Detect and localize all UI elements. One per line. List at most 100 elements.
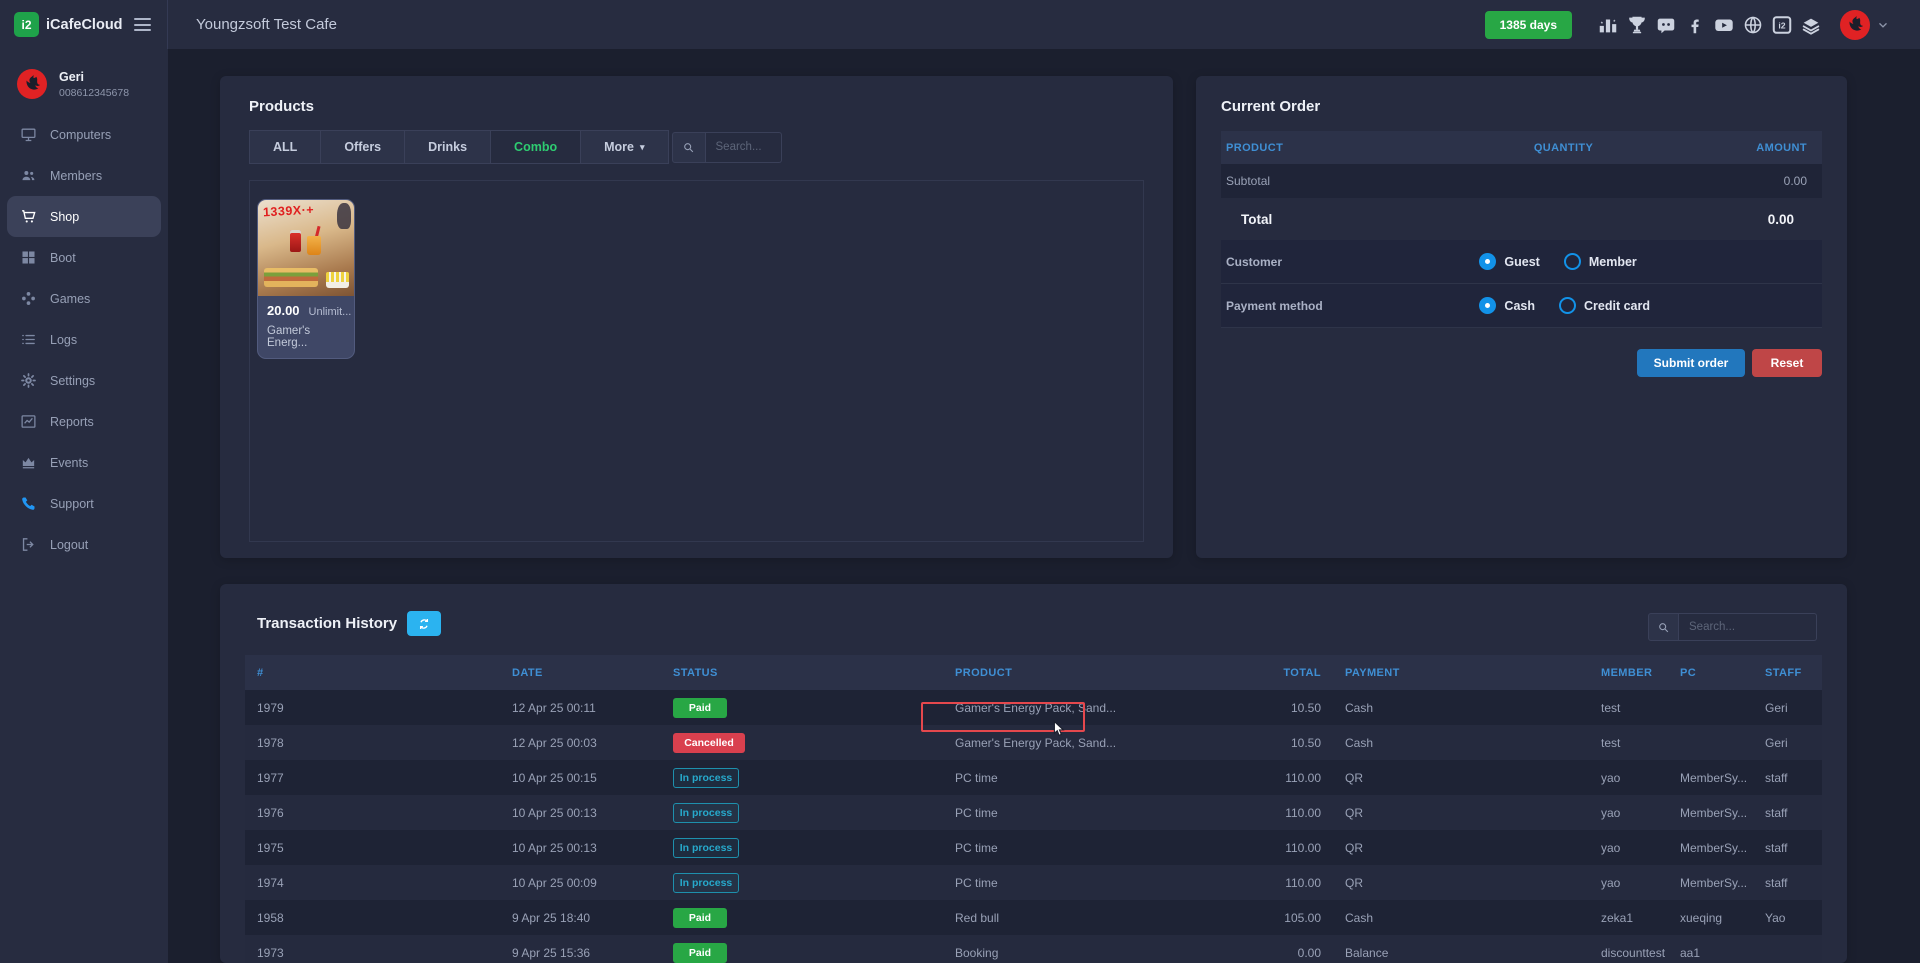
radio-icon xyxy=(1564,253,1581,270)
hamburger-menu-icon[interactable] xyxy=(132,14,153,35)
history-search-input[interactable] xyxy=(1679,613,1817,641)
table-row[interactable]: 1974 10 Apr 25 00:09 In process PC time … xyxy=(245,865,1822,900)
cart-icon xyxy=(20,208,37,225)
cell-member: test xyxy=(1589,736,1668,750)
cell-product: PC time xyxy=(943,806,1183,820)
sidebar-item-label: Logout xyxy=(50,538,88,552)
history-title: Transaction History xyxy=(257,615,397,632)
status-badge: Cancelled xyxy=(673,733,745,753)
sidebar-item-support[interactable]: Support xyxy=(7,483,161,524)
globe-icon[interactable] xyxy=(1742,14,1764,36)
cell-date: 10 Apr 25 00:09 xyxy=(500,876,661,890)
cell-pc: MemberSy... xyxy=(1668,771,1753,785)
order-col-quantity: QUANTITY xyxy=(1473,142,1653,154)
sidebar-item-logs[interactable]: Logs xyxy=(7,319,161,360)
sidebar-item-boot[interactable]: Boot xyxy=(7,237,161,278)
user-avatar[interactable] xyxy=(17,69,47,99)
members-icon xyxy=(20,167,37,184)
leaderboard-icon[interactable] xyxy=(1597,14,1619,36)
cell-payment: Balance xyxy=(1333,946,1589,960)
search-icon[interactable] xyxy=(672,132,706,163)
product-image-caption: 1339X·+ xyxy=(263,203,315,220)
tab-offers[interactable]: Offers xyxy=(320,130,405,164)
product-image: 1339X·+ xyxy=(258,200,354,296)
app-logo[interactable]: i2 iCafeCloud xyxy=(14,12,123,37)
order-col-product: PRODUCT xyxy=(1221,142,1473,154)
total-row: Total 0.00 xyxy=(1221,198,1822,240)
sidebar-item-settings[interactable]: Settings xyxy=(7,360,161,401)
current-order-panel: Current Order PRODUCTQUANTITYAMOUNT Subt… xyxy=(1196,76,1847,558)
sidebar-item-shop[interactable]: Shop xyxy=(7,196,161,237)
tab-all[interactable]: ALL xyxy=(249,130,321,164)
cell-total: 10.50 xyxy=(1183,736,1333,750)
payment-options: Cash Credit card xyxy=(1479,297,1650,314)
products-panel: Products ALLOffersDrinksComboMore▾ 1339X… xyxy=(220,76,1173,558)
tab-drinks[interactable]: Drinks xyxy=(404,130,491,164)
cell-total: 0.00 xyxy=(1183,946,1333,960)
table-row[interactable]: 1979 12 Apr 25 00:11 Paid Gamer's Energy… xyxy=(245,690,1822,725)
sidebar-item-logout[interactable]: Logout xyxy=(7,524,161,565)
table-row[interactable]: 1958 9 Apr 25 18:40 Paid Red bull 105.00… xyxy=(245,900,1822,935)
discord-icon[interactable] xyxy=(1655,14,1677,36)
products-search-input[interactable] xyxy=(706,132,782,163)
sidebar-item-members[interactable]: Members xyxy=(7,155,161,196)
youngzsoft-icon[interactable] xyxy=(1800,14,1822,36)
radio-icon xyxy=(1479,253,1496,270)
cell-total: 110.00 xyxy=(1183,771,1333,785)
sidebar-item-events[interactable]: Events xyxy=(7,442,161,483)
refresh-button[interactable] xyxy=(407,611,441,636)
topbar-social-icons: i2 xyxy=(1597,14,1822,36)
cell-date: 12 Apr 25 00:11 xyxy=(500,701,661,715)
cell-member: yao xyxy=(1589,806,1668,820)
chevron-down-icon[interactable] xyxy=(1876,18,1890,32)
submit-order-button[interactable]: Submit order xyxy=(1637,349,1745,377)
table-row[interactable]: 1975 10 Apr 25 00:13 In process PC time … xyxy=(245,830,1822,865)
search-icon[interactable] xyxy=(1648,613,1679,641)
games-icon xyxy=(20,290,37,307)
status-badge: Paid xyxy=(673,908,727,928)
cell-total: 105.00 xyxy=(1183,911,1333,925)
avatar[interactable] xyxy=(1840,10,1870,40)
cell-product: Red bull xyxy=(943,911,1183,925)
history-col-8: STAFF xyxy=(1753,667,1822,679)
customer-label: Customer xyxy=(1221,255,1479,269)
cell-pc: xueqing xyxy=(1668,911,1753,925)
product-image-figure xyxy=(337,203,351,229)
subscription-days-badge[interactable]: 1385 days xyxy=(1485,11,1572,39)
page-title: Youngzsoft Test Cafe xyxy=(196,16,337,33)
payment-credit-card-radio[interactable]: Credit card xyxy=(1559,297,1650,314)
cell-staff: staff xyxy=(1753,806,1822,820)
cell-date: 9 Apr 25 18:40 xyxy=(500,911,661,925)
youtube-icon[interactable] xyxy=(1713,14,1735,36)
logout-icon xyxy=(20,536,37,553)
table-row[interactable]: 1973 9 Apr 25 15:36 Paid Booking 0.00 Ba… xyxy=(245,935,1822,963)
cell-member: discounttest xyxy=(1589,946,1668,960)
reset-button[interactable]: Reset xyxy=(1752,349,1822,377)
cell-status: Paid xyxy=(661,943,943,963)
sidebar-item-games[interactable]: Games xyxy=(7,278,161,319)
radio-label: Guest xyxy=(1504,255,1539,269)
subtotal-row: Subtotal 0.00 xyxy=(1221,164,1822,198)
trophy-icon[interactable] xyxy=(1626,14,1648,36)
product-card-info: 20.00 Unlimit... Gamer's Energ... xyxy=(258,296,354,358)
status-badge: In process xyxy=(673,838,739,858)
payment-cash-radio[interactable]: Cash xyxy=(1479,297,1535,314)
cell-staff: staff xyxy=(1753,841,1822,855)
table-row[interactable]: 1976 10 Apr 25 00:13 In process PC time … xyxy=(245,795,1822,830)
facebook-icon[interactable] xyxy=(1684,14,1706,36)
tab-combo[interactable]: Combo xyxy=(490,130,581,164)
product-card[interactable]: 1339X·+ 20.00 Unlimit... xyxy=(257,199,355,359)
table-row[interactable]: 1977 10 Apr 25 00:15 In process PC time … xyxy=(245,760,1822,795)
sidebar-item-computers[interactable]: Computers xyxy=(7,114,161,155)
cell-payment: QR xyxy=(1333,876,1589,890)
cell-total: 110.00 xyxy=(1183,841,1333,855)
customer-member-radio[interactable]: Member xyxy=(1564,253,1637,270)
tab-more[interactable]: More▾ xyxy=(580,130,668,164)
sidebar-item-reports[interactable]: Reports xyxy=(7,401,161,442)
user-phone: 008612345678 xyxy=(59,87,129,99)
topbar-right: 1385 days i2 xyxy=(1485,10,1890,40)
cell-payment: QR xyxy=(1333,806,1589,820)
icafecloud-icon[interactable]: i2 xyxy=(1771,14,1793,36)
customer-guest-radio[interactable]: Guest xyxy=(1479,253,1539,270)
sidebar-item-label: Events xyxy=(50,456,88,470)
